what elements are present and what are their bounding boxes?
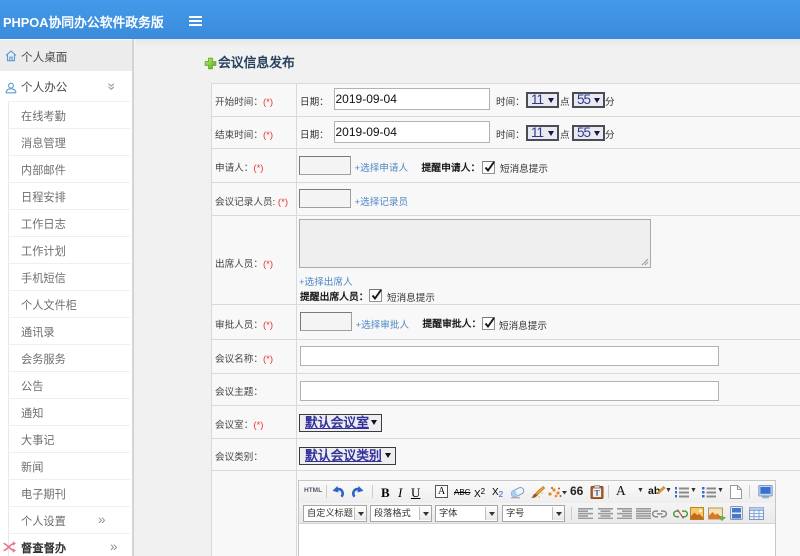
svg-text:T: T [594,489,600,498]
